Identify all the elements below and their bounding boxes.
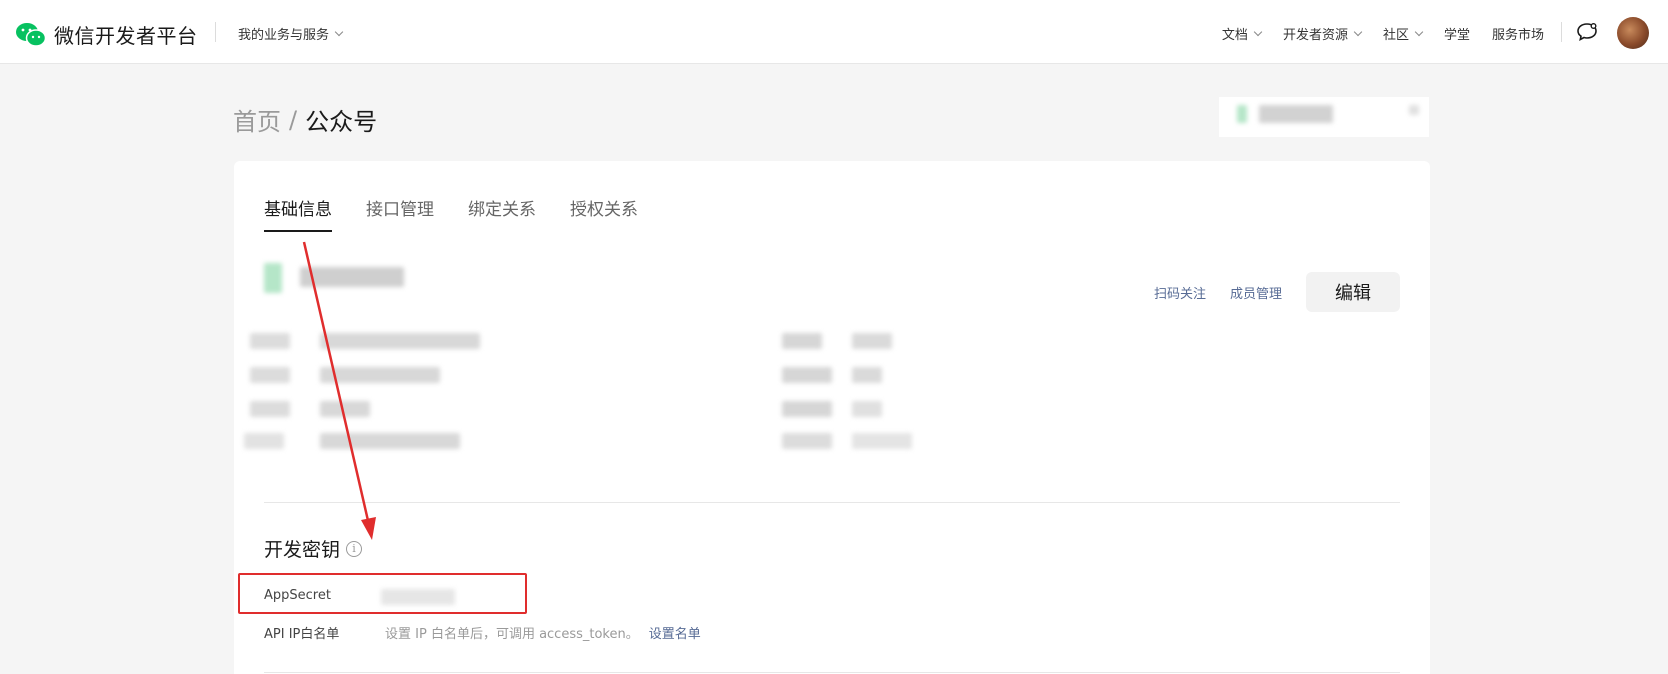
chevron-down-icon xyxy=(334,27,344,36)
annotation-highlight-box xyxy=(238,573,527,614)
set-whitelist-link[interactable]: 设置名单 xyxy=(649,623,701,642)
nav-dev-resources-label: 开发者资源 xyxy=(1282,28,1348,43)
ip-whitelist-row: 设置 IP 白名单后，可调用 access_token。 设置名单 xyxy=(385,623,701,642)
redacted-block xyxy=(1259,105,1333,123)
redacted-block xyxy=(782,333,822,349)
user-avatar[interactable] xyxy=(1617,17,1649,49)
nav-community[interactable]: 社区 xyxy=(1382,24,1424,43)
breadcrumb-current: 公众号 xyxy=(305,108,378,136)
tab-api-management[interactable]: 接口管理 xyxy=(366,195,434,232)
redacted-block xyxy=(1409,105,1419,115)
right-nav: 文档 开发者资源 社区 学堂 服务市场 xyxy=(1222,24,1544,43)
brand-name: 微信开发者平台 xyxy=(54,24,198,48)
account-actions: 扫码关注 成员管理 编辑 xyxy=(1154,272,1400,312)
redacted-block xyxy=(320,401,370,417)
redacted-block xyxy=(782,433,832,449)
edit-button[interactable]: 编辑 xyxy=(1306,272,1400,312)
section-divider xyxy=(264,502,1400,503)
nav-divider xyxy=(1561,22,1562,42)
breadcrumb-home[interactable]: 首页 xyxy=(233,102,281,137)
business-services-label: 我的业务与服务 xyxy=(238,28,330,43)
redacted-block xyxy=(320,433,460,449)
ip-whitelist-hint: 设置 IP 白名单后，可调用 access_token。 xyxy=(385,627,639,642)
wechat-logo-icon xyxy=(16,22,46,47)
nav-service-market[interactable]: 服务市场 xyxy=(1492,24,1544,43)
account-selector[interactable] xyxy=(1219,97,1429,137)
dev-key-title: 开发密钥 xyxy=(264,539,341,561)
breadcrumb-separator: / xyxy=(289,105,298,134)
chevron-down-icon xyxy=(1414,27,1424,36)
ip-whitelist-label: API IP白名单 xyxy=(264,627,340,642)
nav-academy-label: 学堂 xyxy=(1443,28,1470,43)
brand-logo[interactable]: 微信开发者平台 xyxy=(16,20,198,49)
redacted-block xyxy=(852,401,882,417)
top-navigation-bar: 微信开发者平台 我的业务与服务 文档 开发者资源 社区 学堂 服务市场 xyxy=(0,0,1668,64)
redacted-block xyxy=(320,367,440,383)
business-services-menu[interactable]: 我的业务与服务 xyxy=(238,24,344,43)
scan-follow-link[interactable]: 扫码关注 xyxy=(1154,283,1206,302)
tab-authorization[interactable]: 授权关系 xyxy=(570,195,638,232)
tab-binding[interactable]: 绑定关系 xyxy=(468,195,536,232)
redacted-block xyxy=(1237,105,1247,123)
redacted-block xyxy=(250,401,290,417)
redacted-block xyxy=(250,367,290,383)
nav-academy[interactable]: 学堂 xyxy=(1444,24,1470,43)
redacted-block xyxy=(250,333,290,349)
nav-divider xyxy=(215,22,216,42)
tab-bar: 基础信息 接口管理 绑定关系 授权关系 xyxy=(264,195,672,232)
nav-community-label: 社区 xyxy=(1382,28,1409,43)
chat-bubble-icon[interactable] xyxy=(1576,22,1598,42)
breadcrumb: 首页 / 公众号 xyxy=(233,102,377,137)
redacted-block xyxy=(244,433,284,449)
nav-service-market-label: 服务市场 xyxy=(1491,28,1544,43)
nav-docs[interactable]: 文档 xyxy=(1221,24,1263,43)
member-manage-link[interactable]: 成员管理 xyxy=(1230,283,1282,302)
redacted-block xyxy=(782,367,832,383)
redacted-block xyxy=(852,367,882,383)
dev-key-section-title: 开发密钥 i xyxy=(264,535,363,562)
redacted-block xyxy=(782,401,832,417)
tab-basic-info[interactable]: 基础信息 xyxy=(264,195,332,232)
redacted-block xyxy=(852,333,892,349)
nav-docs-label: 文档 xyxy=(1221,28,1248,43)
redacted-block xyxy=(300,267,404,287)
redacted-block xyxy=(264,263,282,293)
nav-dev-resources[interactable]: 开发者资源 xyxy=(1282,24,1363,43)
redacted-block xyxy=(320,333,480,349)
redacted-block xyxy=(852,433,912,449)
info-icon[interactable]: i xyxy=(346,540,363,557)
chevron-down-icon xyxy=(1353,27,1363,36)
chevron-down-icon xyxy=(1253,27,1263,36)
section-divider xyxy=(264,672,1400,673)
